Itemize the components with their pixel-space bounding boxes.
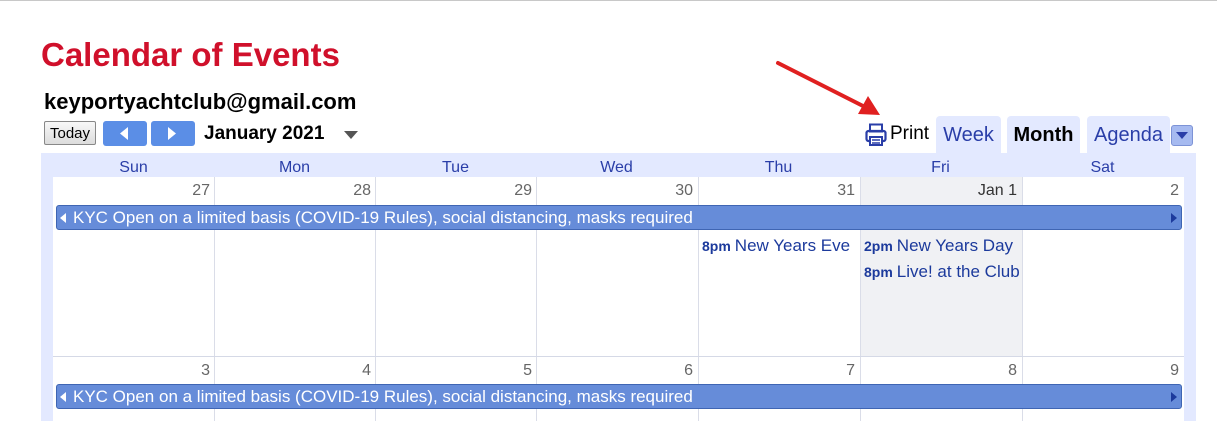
prev-month-button[interactable] xyxy=(103,121,147,146)
event-item[interactable]: 2pm New Years Day xyxy=(864,236,1022,256)
next-month-button[interactable] xyxy=(151,121,195,146)
event-time: 8pm xyxy=(864,264,893,280)
allday-event-bar[interactable]: KYC Open on a limited basis (COVID-19 Ru… xyxy=(56,205,1182,230)
event-title: New Years Day xyxy=(896,236,1014,255)
chevron-down-icon xyxy=(1176,132,1188,139)
day-number[interactable]: 27 xyxy=(60,182,210,200)
allday-event-title: KYC Open on a limited basis (COVID-19 Ru… xyxy=(73,208,693,227)
chevron-left-icon xyxy=(120,127,128,140)
event-title: Live! at the Club xyxy=(896,262,1020,281)
day-header-wed: Wed xyxy=(600,159,633,176)
tab-menu-button[interactable] xyxy=(1171,125,1193,146)
top-border xyxy=(0,0,1217,1)
day-number[interactable]: 4 xyxy=(221,362,371,380)
tab-week[interactable]: Week xyxy=(936,116,1001,153)
day-number[interactable]: 7 xyxy=(705,362,855,380)
annotation-arrow-icon xyxy=(776,61,880,115)
today-button[interactable]: Today xyxy=(44,121,96,145)
printer-icon xyxy=(865,123,887,146)
day-header-sun: Sun xyxy=(119,159,148,176)
event-title: New Years Eve xyxy=(734,236,851,255)
day-number[interactable]: 30 xyxy=(543,182,693,200)
day-number[interactable]: 5 xyxy=(382,362,532,380)
month-grid: 27 28 29 30 31 Jan 1 2 KYC Open on a lim… xyxy=(53,177,1184,421)
day-header-sat: Sat xyxy=(1090,159,1115,176)
continues-left-icon xyxy=(60,213,66,223)
tab-agenda[interactable]: Agenda xyxy=(1087,116,1170,153)
continues-right-icon xyxy=(1171,392,1177,402)
allday-event-bar[interactable]: KYC Open on a limited basis (COVID-19 Ru… xyxy=(56,384,1182,409)
day-number[interactable]: Jan 1 xyxy=(867,182,1017,200)
day-number[interactable]: 28 xyxy=(221,182,371,200)
day-number[interactable]: 3 xyxy=(60,362,210,380)
day-number[interactable]: 8 xyxy=(867,362,1017,380)
event-item[interactable]: 8pm New Years Eve xyxy=(702,236,860,256)
day-number[interactable]: 29 xyxy=(382,182,532,200)
week-divider xyxy=(53,356,1184,357)
allday-event-title: KYC Open on a limited basis (COVID-19 Ru… xyxy=(73,387,693,406)
continues-left-icon xyxy=(60,392,66,402)
chevron-right-icon xyxy=(168,127,176,140)
day-header-tue: Tue xyxy=(442,159,469,176)
day-header-thu: Thu xyxy=(764,159,793,176)
month-dropdown-chevron-down-icon[interactable] xyxy=(344,131,358,139)
calendar-owner: keyportyachtclub@gmail.com xyxy=(44,89,357,114)
event-item[interactable]: 8pm Live! at the Club xyxy=(864,262,1022,282)
day-number[interactable]: 2 xyxy=(1029,182,1179,200)
event-time: 2pm xyxy=(864,238,893,254)
print-label: Print xyxy=(890,123,930,144)
continues-right-icon xyxy=(1171,213,1177,223)
page-title: Calendar of Events xyxy=(41,36,340,73)
current-month-label: January 2021 xyxy=(204,123,325,144)
day-number[interactable]: 31 xyxy=(705,182,855,200)
day-number[interactable]: 9 xyxy=(1029,362,1179,380)
day-number[interactable]: 6 xyxy=(543,362,693,380)
event-time: 8pm xyxy=(702,238,731,254)
day-header-fri: Fri xyxy=(931,159,950,176)
tab-month[interactable]: Month xyxy=(1007,116,1080,153)
day-header-mon: Mon xyxy=(278,159,311,176)
